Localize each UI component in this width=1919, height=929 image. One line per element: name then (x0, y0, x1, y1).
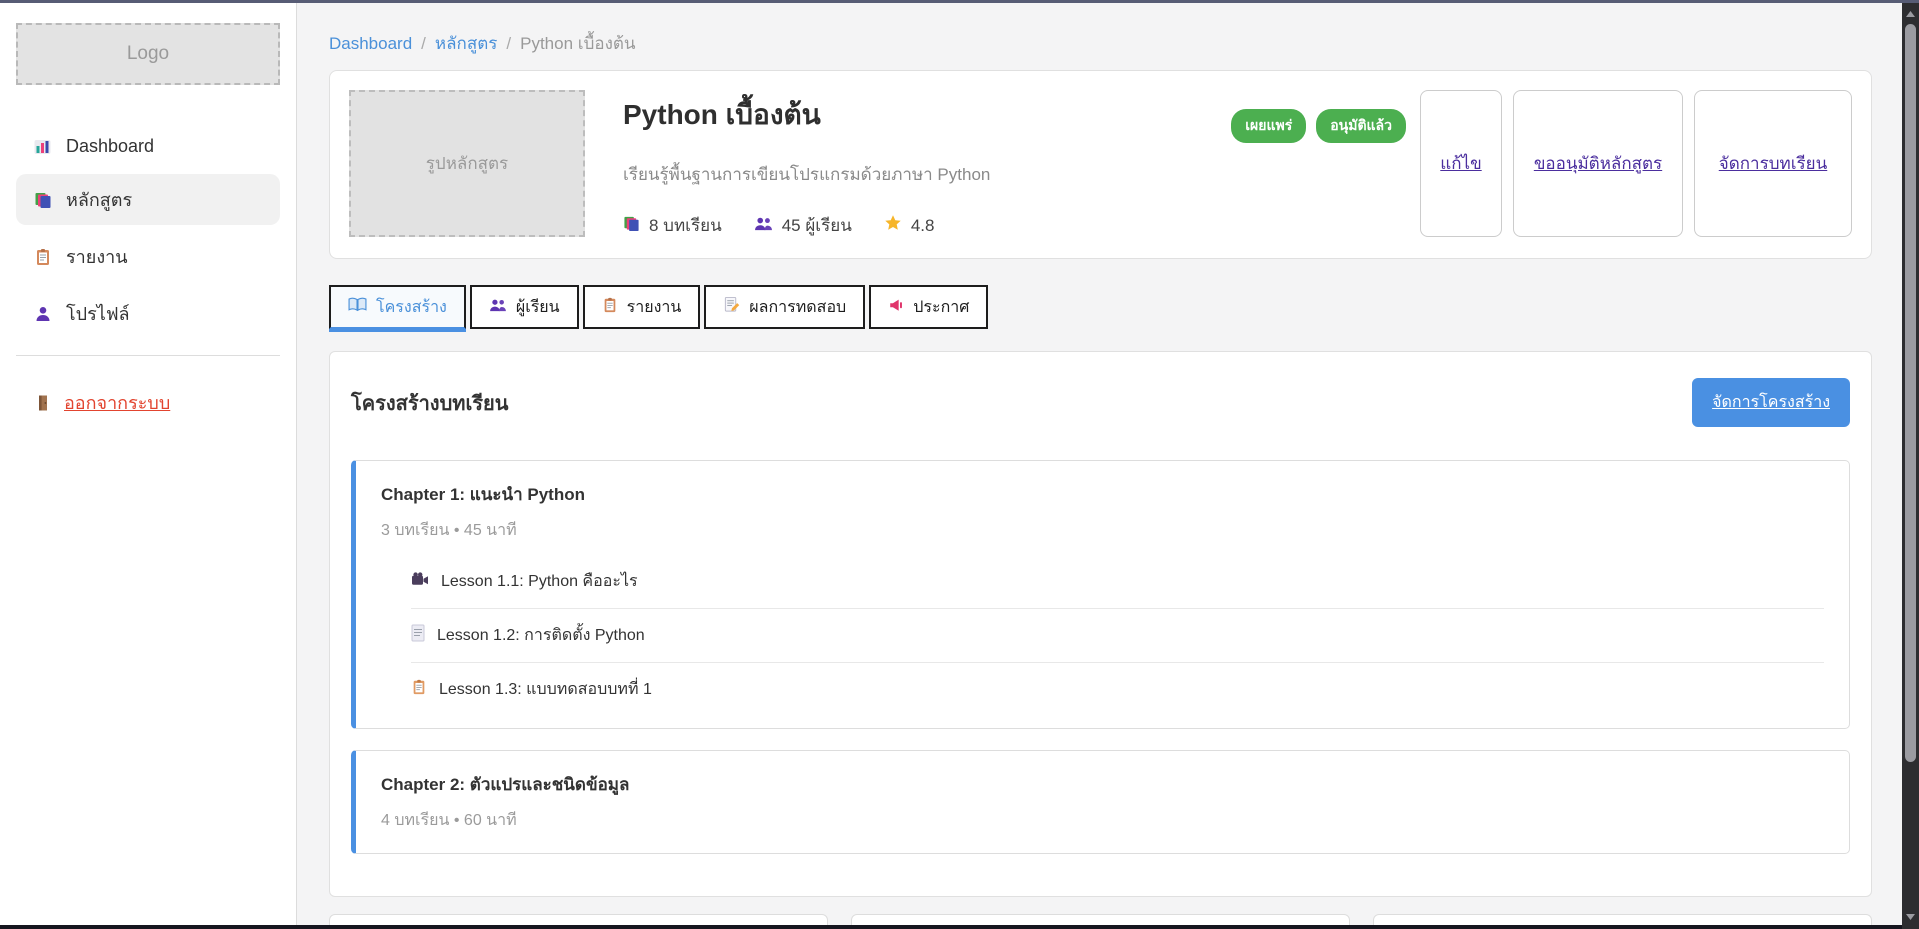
logout-button[interactable]: ออกจากระบบ (16, 388, 280, 417)
tab-label: ผู้เรียน (516, 295, 560, 320)
lesson-row[interactable]: Lesson 1.2: การติดตั้ง Python (411, 609, 1824, 663)
chapter-card-1: Chapter 1: แนะนำ Python 3 บทเรียน • 45 น… (351, 460, 1850, 729)
request-approval-button[interactable]: ขออนุมัติหลักสูตร (1513, 90, 1683, 237)
chapter-title: Chapter 1: แนะนำ Python (381, 481, 1824, 508)
course-image-placeholder: รูปหลักสูตร (349, 90, 585, 237)
tab-structure[interactable]: โครงสร้าง (329, 285, 466, 329)
sidebar-item-label: รายงาน (66, 242, 128, 271)
open-book-icon (348, 297, 367, 317)
logout-label: ออกจากระบบ (64, 388, 170, 417)
edit-course-button[interactable]: แก้ไข (1420, 90, 1502, 237)
sidebar-item-courses[interactable]: หลักสูตร (16, 174, 280, 225)
people-icon (754, 216, 773, 236)
structure-header: โครงสร้างบทเรียน จัดการโครงสร้าง (351, 378, 1850, 427)
status-badges: เผยแพร่ อนุมัติแล้ว (1231, 109, 1406, 143)
sidebar-item-profile[interactable]: โปรไฟล์ (16, 288, 280, 339)
breadcrumb-separator: / (421, 34, 426, 54)
lesson-list: Lesson 1.1: Python คืออะไร Lesson 1.2: ก… (411, 555, 1824, 708)
stat-rating: 4.8 (884, 212, 935, 239)
sidebar: Logo Dashboard หลักสูตร รายงาน โปรไฟล์ (0, 3, 297, 929)
tab-reports[interactable]: รายงาน (583, 285, 701, 329)
person-icon (33, 305, 52, 323)
manage-structure-button[interactable]: จัดการโครงสร้าง (1692, 378, 1850, 427)
document-icon (411, 624, 425, 647)
door-icon (33, 394, 52, 412)
chapter-meta: 3 บทเรียน • 45 นาที (381, 518, 1824, 543)
sidebar-divider (16, 355, 280, 356)
course-header-card: รูปหลักสูตร Python เบื้องต้น เรียนรู้พื้… (329, 70, 1872, 259)
tab-announcements[interactable]: ประกาศ (869, 285, 988, 329)
course-description: เรียนรู้พื้นฐานการเขียนโปรแกรมด้วยภาษา P… (623, 161, 990, 188)
status-badge-approved: อนุมัติแล้ว (1316, 109, 1406, 143)
clipboard-icon (33, 248, 52, 266)
lesson-title: Lesson 1.3: แบบทดสอบบทที่ 1 (439, 677, 652, 702)
chapter-meta: 4 บทเรียน • 60 นาที (381, 808, 1824, 833)
request-approval-link[interactable]: ขออนุมัติหลักสูตร (1534, 150, 1662, 177)
lesson-row[interactable]: Lesson 1.3: แบบทดสอบบทที่ 1 (411, 663, 1824, 708)
chapter-title: Chapter 2: ตัวแปรและชนิดข้อมูล (381, 771, 1824, 798)
window-top-border (0, 0, 1919, 3)
scrollbar-thumb[interactable] (1905, 24, 1916, 762)
logo-label: Logo (127, 43, 169, 65)
tab-label: ผลการทดสอบ (749, 295, 846, 320)
memo-pencil-icon (723, 296, 740, 318)
people-icon (489, 298, 507, 317)
clipboard-icon (602, 297, 618, 318)
breadcrumb-separator: / (506, 34, 511, 54)
lesson-title: Lesson 1.1: Python คืออะไร (441, 569, 638, 594)
breadcrumb-link-dashboard[interactable]: Dashboard (329, 34, 412, 54)
tab-students[interactable]: ผู้เรียน (470, 285, 579, 329)
structure-heading: โครงสร้างบทเรียน (351, 387, 508, 419)
course-title: Python เบื้องต้น (623, 93, 990, 137)
lesson-row[interactable]: Lesson 1.1: Python คืออะไร (411, 555, 1824, 609)
scroll-up-arrow-icon[interactable] (1902, 6, 1919, 22)
scroll-down-arrow-icon[interactable] (1902, 909, 1919, 925)
stat-lessons-value: 8 บทเรียน (649, 212, 722, 239)
structure-panel: โครงสร้างบทเรียน จัดการโครงสร้าง Chapter… (329, 351, 1872, 897)
tab-test-results[interactable]: ผลการทดสอบ (704, 285, 865, 329)
course-info: Python เบื้องต้น เรียนรู้พื้นฐานการเขียน… (623, 90, 990, 239)
stat-lessons: 8 บทเรียน (623, 212, 722, 239)
bar-chart-icon (33, 138, 52, 156)
stat-rating-value: 4.8 (911, 216, 935, 236)
logo-placeholder: Logo (16, 23, 280, 85)
stat-students-value: 45 ผู้เรียน (782, 212, 852, 239)
star-icon (884, 214, 902, 237)
course-actions: แก้ไข ขออนุมัติหลักสูตร จัดการบทเรียน (1420, 90, 1852, 237)
tab-label: โครงสร้าง (376, 295, 447, 320)
sidebar-item-label: หลักสูตร (66, 185, 132, 214)
window-bottom-border (0, 925, 1902, 929)
chapter-card-2: Chapter 2: ตัวแปรและชนิดข้อมูล 4 บทเรียน… (351, 750, 1850, 854)
edit-course-link[interactable]: แก้ไข (1440, 150, 1481, 177)
tab-label: ประกาศ (913, 295, 969, 320)
status-badge-published: เผยแพร่ (1231, 109, 1306, 143)
manage-structure-label: จัดการโครงสร้าง (1712, 394, 1830, 411)
sidebar-item-dashboard[interactable]: Dashboard (16, 125, 280, 168)
app-container: Logo Dashboard หลักสูตร รายงาน โปรไฟล์ (0, 0, 1902, 929)
manage-lessons-button[interactable]: จัดการบทเรียน (1694, 90, 1852, 237)
tab-label: รายงาน (627, 295, 682, 320)
breadcrumb-current: Python เบื้องต้น (520, 30, 635, 57)
lesson-title: Lesson 1.2: การติดตั้ง Python (437, 623, 645, 648)
breadcrumb: Dashboard / หลักสูตร / Python เบื้องต้น (329, 30, 1872, 57)
stat-students: 45 ผู้เรียน (754, 212, 852, 239)
books-icon (33, 191, 52, 209)
main-content: Dashboard / หลักสูตร / Python เบื้องต้น … (297, 3, 1902, 929)
course-image-label: รูปหลักสูตร (426, 150, 508, 177)
course-tabs: โครงสร้าง ผู้เรียน รายงาน ผลการทดสอบ (329, 285, 1872, 329)
sidebar-item-label: โปรไฟล์ (66, 299, 130, 328)
megaphone-icon (888, 297, 904, 318)
manage-lessons-link[interactable]: จัดการบทเรียน (1719, 150, 1828, 177)
sidebar-item-label: Dashboard (66, 136, 154, 157)
course-stats: 8 บทเรียน 45 ผู้เรียน 4.8 (623, 212, 990, 239)
quiz-clipboard-icon (411, 678, 427, 701)
video-camera-icon (411, 572, 429, 592)
sidebar-item-reports[interactable]: รายงาน (16, 231, 280, 282)
vertical-scrollbar[interactable] (1902, 3, 1919, 929)
books-icon (623, 215, 640, 237)
breadcrumb-link-courses[interactable]: หลักสูตร (435, 30, 497, 57)
